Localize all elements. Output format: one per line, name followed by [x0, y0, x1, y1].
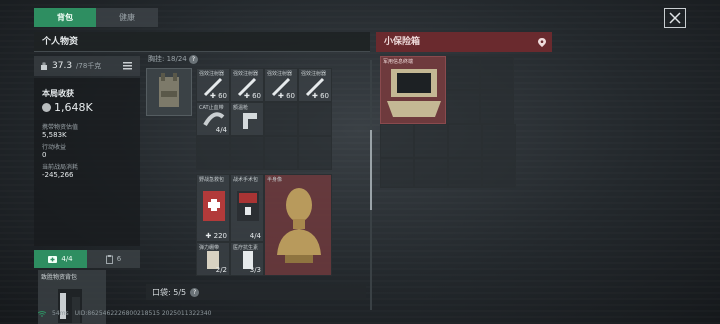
item-count-value: 60	[320, 92, 329, 100]
thermometer-icon	[243, 113, 257, 129]
weight-icon	[41, 62, 47, 70]
inventory-item-first-aid-kit[interactable]: 野战急救包 ✚ 220	[196, 174, 230, 242]
tab-backpack[interactable]: 背包	[34, 8, 96, 27]
empty-slot[interactable]	[448, 158, 482, 188]
top-tabs: 背包 健康	[34, 8, 158, 27]
empty-slot[interactable]	[230, 136, 264, 170]
inventory-item-syringe[interactable]: 强效注射器 ✚ 60	[264, 68, 298, 102]
sub-tabs: 4/4 6	[34, 250, 140, 268]
inventory-item-syringe[interactable]: 强效注射器 ✚ 60	[298, 68, 332, 102]
close-icon	[669, 12, 681, 24]
stat-value: 5,583K	[42, 131, 67, 139]
status-footer: 54ms UID:8625462226800218515 20250113223…	[38, 310, 211, 317]
stats-panel: 本局收获 1,648K 携带物资估值 5,583K 行动收益 0 当前战局消耗 …	[34, 78, 140, 246]
round-income-value: 1,648K	[54, 101, 93, 114]
pocket-label: 口袋: 5/5	[152, 287, 187, 297]
item-count: 3/3	[249, 266, 261, 274]
tab-misc-count: 6	[116, 255, 122, 263]
safe-item-terminal[interactable]: 军用信息终端	[380, 56, 446, 124]
scroll-thumb[interactable]	[370, 130, 372, 210]
inventory-item-bandage[interactable]: 弹力绷带 2/2	[196, 242, 230, 276]
item-count: 4/4	[249, 232, 261, 240]
empty-slot[interactable]	[264, 102, 298, 136]
tab-medical-count: 4/4	[61, 255, 73, 263]
inventory-item-surgery-kit[interactable]: 战术手术包 4/4	[230, 174, 264, 242]
empty-slot[interactable]	[298, 136, 332, 170]
item-count: ✚ 60	[209, 92, 227, 100]
coin-icon	[42, 103, 51, 112]
item-count: ✚ 60	[311, 92, 329, 100]
chest-rig-capacity: 胸挂: 18/24 ?	[144, 52, 370, 66]
empty-slot[interactable]	[482, 158, 516, 188]
item-count: 2/2	[215, 266, 227, 274]
stat-value: -245,266	[42, 171, 74, 179]
tab-misc[interactable]: 6	[87, 250, 140, 268]
inventory-item-tourniquet[interactable]: CAT止血带 4/4	[196, 102, 230, 136]
item-count-value: 60	[286, 92, 295, 100]
small-safe-title: 小保险箱	[384, 37, 421, 47]
small-safe-panel: 小保险箱 军用信息终端	[376, 32, 552, 192]
chest-rig-slot[interactable]	[146, 68, 192, 116]
vest-icon	[159, 73, 179, 107]
empty-slot[interactable]	[446, 90, 480, 124]
stat-label: 当前战局消耗	[42, 164, 79, 171]
empty-slot[interactable]	[196, 136, 230, 170]
scrollbar[interactable]	[370, 60, 372, 310]
session-id: UID:8625462226800218515 2025011322340	[74, 310, 212, 317]
empty-slot[interactable]	[380, 158, 414, 188]
clipboard-icon	[105, 254, 113, 264]
safe-grid: 军用信息终端	[380, 56, 516, 188]
rugged-terminal-icon	[387, 69, 441, 117]
round-income: 1,648K	[42, 101, 132, 114]
backpack-label: 致胜物资背包	[41, 274, 78, 281]
tab-health[interactable]: 健康	[96, 8, 158, 27]
chest-rig-panel: 胸挂: 18/24 ? 强效注射器 ✚ 60 强效注射器 ✚ 60 强效注射器 …	[144, 52, 370, 312]
close-button[interactable]	[664, 8, 686, 28]
stat-value: 0	[42, 151, 47, 159]
empty-slot[interactable]	[298, 102, 332, 136]
item-count-value: 220	[213, 232, 227, 240]
empty-slot[interactable]	[264, 136, 298, 170]
location-pin-icon[interactable]	[538, 38, 546, 47]
inventory-item-antibiotics[interactable]: 医疗抗生素 3/3	[230, 242, 264, 276]
backpack-item-icon	[52, 289, 96, 324]
weight-row: 37.3 /78千克	[34, 56, 140, 76]
empty-slot[interactable]	[414, 158, 448, 188]
tab-medical[interactable]: 4/4	[34, 250, 87, 268]
round-income-title: 本局收获	[42, 89, 74, 98]
item-count: ✚ 60	[277, 92, 295, 100]
item-count: 4/4	[215, 126, 227, 134]
inventory-item-bust[interactable]: 半身像	[264, 174, 332, 276]
ping-value: 54ms	[52, 310, 69, 317]
inventory-item-syringe[interactable]: 强效注射器 ✚ 60	[230, 68, 264, 102]
inventory-item-syringe[interactable]: 强效注射器 ✚ 60	[196, 68, 230, 102]
empty-slot[interactable]	[446, 56, 480, 90]
empty-slot[interactable]	[482, 124, 516, 158]
item-count: ✚ 220	[205, 232, 227, 240]
item-count: ✚ 60	[243, 92, 261, 100]
wifi-icon	[38, 310, 46, 317]
item-count-value: 60	[252, 92, 261, 100]
weight-max: /78千克	[76, 62, 102, 70]
pocket-bar[interactable]: 口袋: 5/5 ?	[146, 284, 366, 300]
personal-supplies-panel: 个人物资 37.3 /78千克 本局收获 1,648K 携带物资估值 5,583…	[34, 32, 370, 324]
bust-statue-icon	[277, 188, 321, 263]
empty-slot[interactable]	[380, 124, 414, 158]
capacity-label: 胸挂: 18/24	[148, 55, 187, 63]
list-icon[interactable]	[123, 62, 132, 70]
empty-slot[interactable]	[414, 124, 448, 158]
personal-supplies-header: 个人物资	[34, 32, 370, 52]
stat-label: 携带物资估值	[42, 124, 79, 131]
stat-label: 行动收益	[42, 144, 67, 151]
help-icon[interactable]: ?	[190, 287, 200, 297]
small-safe-header: 小保险箱	[376, 32, 552, 52]
inventory-item-thermometer[interactable]: 额温枪	[230, 102, 264, 136]
first-aid-icon	[48, 256, 58, 263]
empty-slot[interactable]	[480, 90, 514, 124]
help-icon[interactable]: ?	[189, 55, 198, 64]
weight-value: 37.3	[52, 61, 73, 71]
empty-slot[interactable]	[448, 124, 482, 158]
empty-slot[interactable]	[480, 56, 514, 90]
item-count-value: 60	[218, 92, 227, 100]
